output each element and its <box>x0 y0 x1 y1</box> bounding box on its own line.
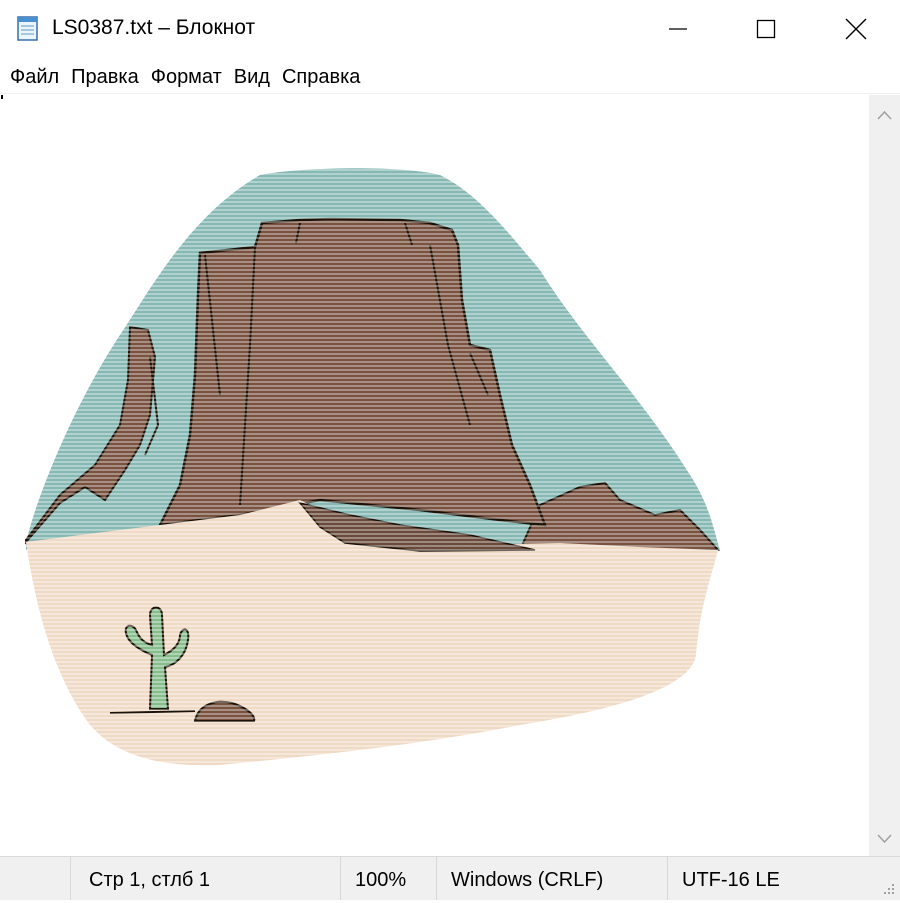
status-bar: Стр 1, стлб 1 100% Windows (CRLF) UTF-16… <box>0 856 900 900</box>
scroll-up-icon[interactable] <box>875 106 894 125</box>
menu-help[interactable]: Справка <box>276 60 366 94</box>
minimize-icon <box>669 28 687 30</box>
close-icon <box>845 18 867 40</box>
vertical-scrollbar[interactable] <box>869 95 900 856</box>
window-title: LS0387.txt – Блокнот <box>52 16 256 39</box>
resize-grip-icon[interactable] <box>882 882 896 896</box>
notepad-icon <box>17 16 38 41</box>
scroll-down-icon[interactable] <box>875 829 894 848</box>
zoom-level: 100% <box>340 857 436 900</box>
maximize-button[interactable] <box>720 0 812 58</box>
cursor-position: Стр 1, стлб 1 <box>70 857 340 900</box>
line-endings: Windows (CRLF) <box>436 857 667 900</box>
title-bar: LS0387.txt – Блокнот <box>0 0 900 58</box>
maximize-icon <box>756 19 776 39</box>
encoding: UTF-16 LE <box>667 857 867 900</box>
menu-format[interactable]: Формат <box>145 60 228 94</box>
text-editor-area[interactable] <box>0 95 869 856</box>
desert-mesa-ascii-art <box>0 155 730 775</box>
menu-edit[interactable]: Правка <box>65 60 145 94</box>
close-button[interactable] <box>810 0 900 58</box>
menu-view[interactable]: Вид <box>228 60 276 94</box>
menu-bar: Файл Правка Формат Вид Справка <box>0 60 900 94</box>
minimize-button[interactable] <box>632 0 724 58</box>
menu-file[interactable]: Файл <box>4 60 65 94</box>
